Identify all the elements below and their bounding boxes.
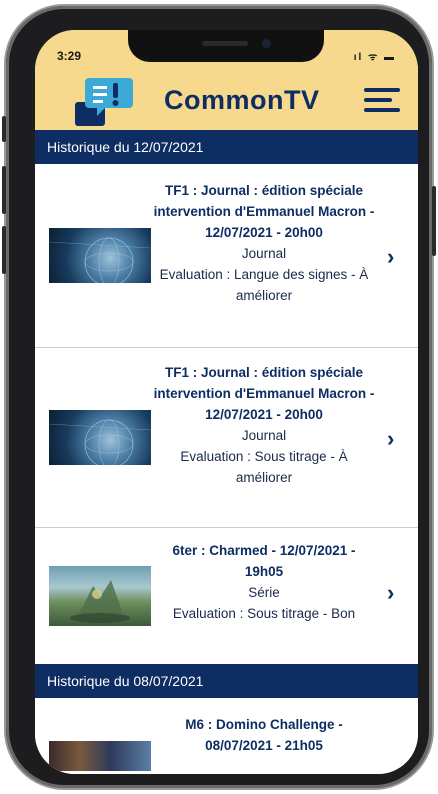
section-header: Historique du 08/07/2021 — [35, 664, 418, 698]
program-thumbnail — [49, 566, 151, 626]
mute-switch — [2, 116, 6, 142]
hamburger-menu-icon[interactable] — [364, 88, 400, 116]
notch — [128, 30, 324, 62]
status-time: 3:29 — [57, 49, 82, 63]
entry-title: 6ter : Charmed - 12/07/2021 - 19h05 — [172, 543, 356, 579]
phone-screen: 3:29 ıl ᯤ ▬ CommonTV Historique du 12/07… — [35, 30, 418, 774]
volume-up-button — [2, 166, 6, 214]
history-entry[interactable]: 6ter : Charmed - 12/07/2021 - 19h05 Séri… — [35, 528, 418, 664]
chevron-right-icon[interactable]: › — [387, 426, 394, 452]
entry-info: TF1 : Journal : édition spéciale interve… — [153, 180, 375, 306]
front-camera — [262, 39, 271, 48]
entry-title: M6 : Domino Challenge - 08/07/2021 - 21h… — [185, 717, 343, 753]
app-brand-name: CommonTV — [164, 85, 320, 115]
chevron-right-icon[interactable]: › — [387, 580, 394, 606]
chevron-right-icon[interactable]: › — [387, 244, 394, 270]
history-entry[interactable]: TF1 : Journal : édition spéciale interve… — [35, 348, 418, 528]
chat-logo-icon — [75, 78, 133, 126]
power-button — [432, 186, 436, 256]
program-thumbnail — [49, 410, 151, 465]
entry-genre: Journal — [241, 246, 287, 261]
entry-evaluation: Evaluation : Sous titrage - Bon — [172, 606, 356, 621]
status-icons: ıl ᯤ ▬ — [353, 52, 396, 63]
entry-genre: Série — [248, 585, 280, 600]
speaker — [202, 41, 248, 46]
history-entry[interactable]: TF1 : Journal : édition spéciale interve… — [35, 164, 418, 348]
history-entry[interactable]: M6 : Domino Challenge - 08/07/2021 - 21h… — [35, 698, 418, 774]
volume-down-button — [2, 226, 6, 274]
phone-frame: 3:29 ıl ᯤ ▬ CommonTV Historique du 12/07… — [2, 6, 436, 788]
entry-genre: Journal — [241, 428, 287, 443]
entry-evaluation: Evaluation : Sous titrage - À améliorer — [180, 449, 348, 485]
entry-info: M6 : Domino Challenge - 08/07/2021 - 21h… — [153, 714, 375, 756]
entry-evaluation: Evaluation : Langue des signes - À améli… — [159, 267, 369, 303]
entry-info: 6ter : Charmed - 12/07/2021 - 19h05 Séri… — [153, 540, 375, 624]
entry-info: TF1 : Journal : édition spéciale interve… — [153, 362, 375, 488]
section-header: Historique du 12/07/2021 — [35, 130, 418, 164]
entry-title: TF1 : Journal : édition spéciale interve… — [153, 365, 375, 422]
entry-title: TF1 : Journal : édition spéciale interve… — [153, 183, 375, 240]
program-thumbnail — [49, 741, 151, 771]
program-thumbnail — [49, 228, 151, 283]
